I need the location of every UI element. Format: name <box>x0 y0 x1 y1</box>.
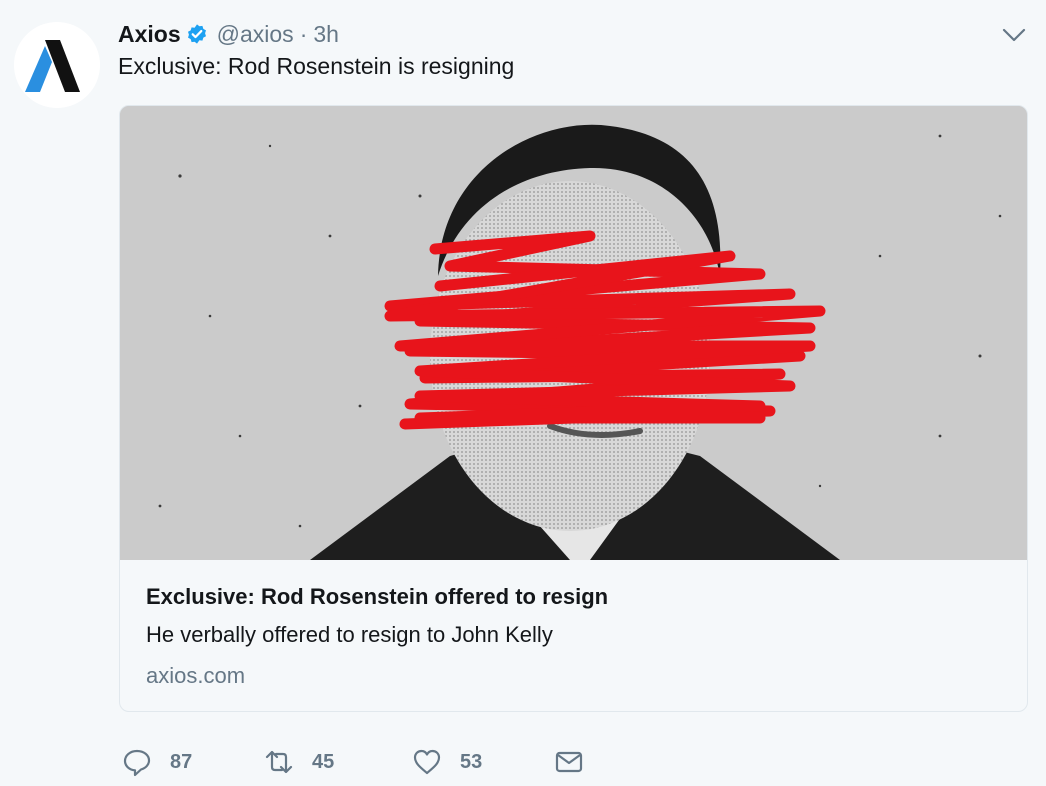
reply-count: 87 <box>170 750 193 773</box>
card-photo <box>120 106 1027 560</box>
tweet-text: Exclusive: Rod Rosenstein is resigning <box>118 53 515 79</box>
like-button[interactable]: 53 <box>412 744 482 780</box>
retweet-count: 45 <box>312 750 335 773</box>
card-domain: axios.com <box>146 663 246 688</box>
retweet-icon <box>265 750 293 774</box>
envelope-icon <box>555 751 583 773</box>
like-count: 53 <box>460 750 483 773</box>
retweet-button[interactable]: 45 <box>264 744 334 780</box>
timestamp[interactable]: 3h <box>313 21 339 48</box>
axios-logo-icon <box>14 22 100 108</box>
separator-dot: · <box>299 20 308 47</box>
chevron-down-icon <box>1002 28 1026 42</box>
more-options-button[interactable] <box>1000 24 1028 46</box>
reply-icon <box>123 749 151 777</box>
display-name[interactable]: Axios <box>118 21 181 48</box>
link-card[interactable]: Exclusive: Rod Rosenstein offered to res… <box>119 105 1028 712</box>
heart-icon <box>413 749 441 775</box>
verified-badge-icon <box>187 24 206 44</box>
direct-message-button[interactable] <box>554 744 584 780</box>
avatar[interactable] <box>14 22 100 108</box>
card-description: He verbally offered to resign to John Ke… <box>146 622 553 647</box>
tweet: Axios @axios · 3h Exclusive: Rod Rosenst… <box>0 0 1046 786</box>
reply-button[interactable]: 87 <box>122 744 192 780</box>
user-handle[interactable]: @axios <box>217 21 294 48</box>
card-image <box>120 106 1027 560</box>
tweet-header: Axios @axios · 3h <box>118 18 339 50</box>
card-title: Exclusive: Rod Rosenstein offered to res… <box>146 584 609 609</box>
